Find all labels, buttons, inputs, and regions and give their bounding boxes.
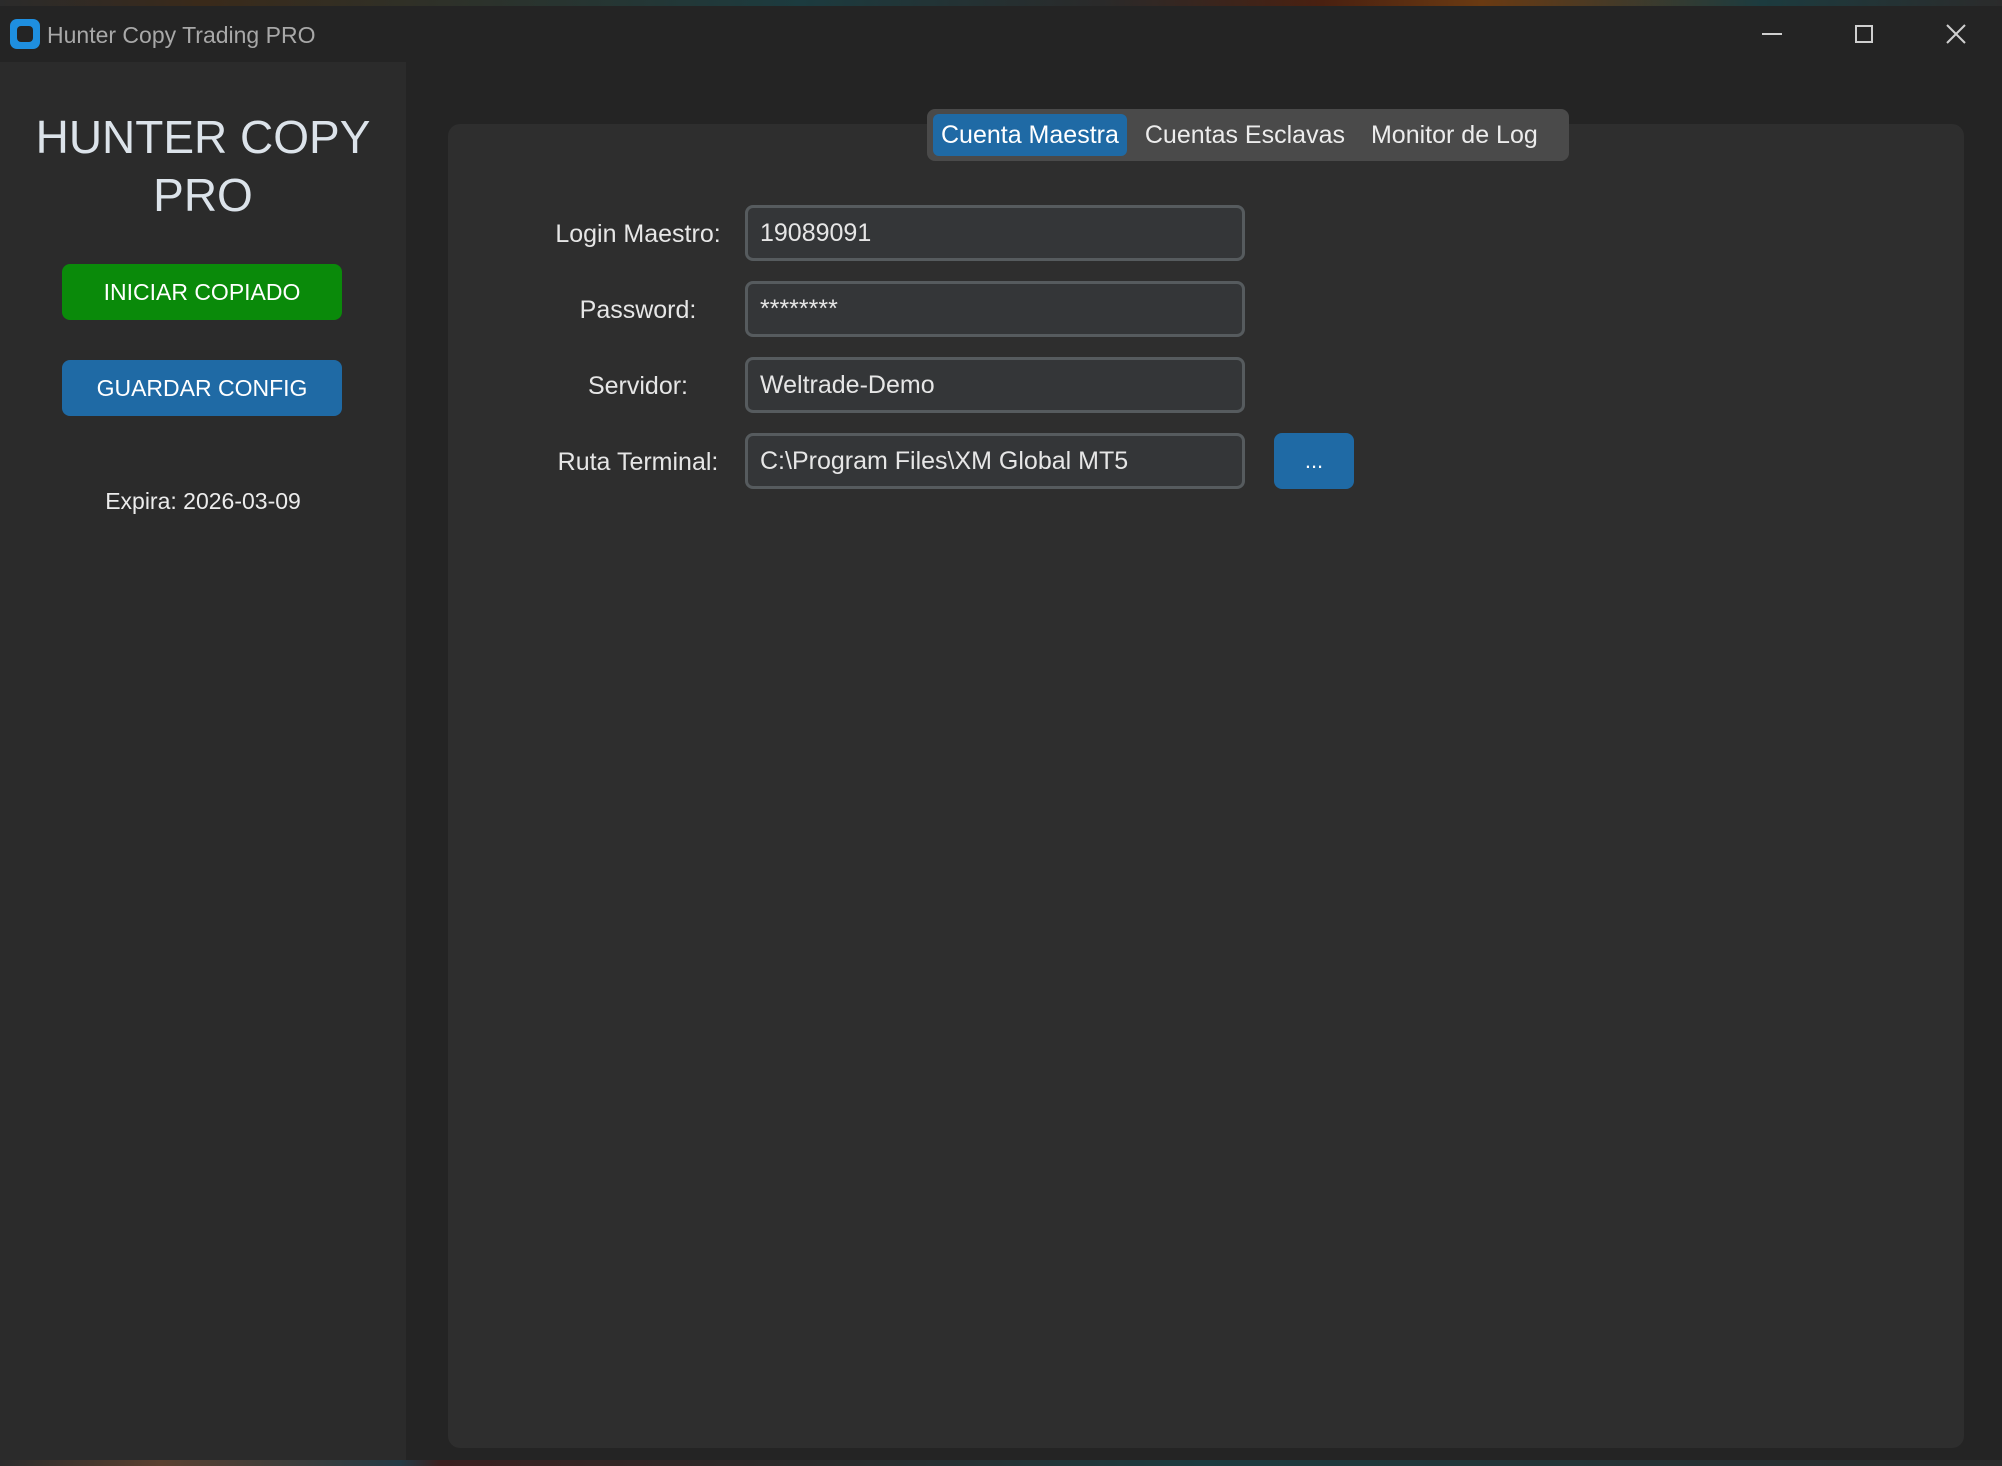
title-bar: Hunter Copy Trading PRO	[0, 6, 2002, 62]
window-title: Hunter Copy Trading PRO	[47, 22, 316, 48]
login-input[interactable]: 19089091	[745, 205, 1245, 261]
main-area: Cuenta Maestra Cuentas Esclavas Monitor …	[406, 62, 2002, 1460]
server-input[interactable]: Weltrade-Demo	[745, 357, 1245, 413]
expiry-date: Expira: 2026-03-09	[105, 488, 301, 514]
taskbar-strip	[0, 1460, 2002, 1466]
tab-cuenta-maestra[interactable]: Cuenta Maestra	[933, 114, 1127, 156]
minimize-icon	[1762, 33, 1782, 35]
tab-monitor-log[interactable]: Monitor de Log	[1363, 114, 1546, 156]
tab-cuentas-esclavas[interactable]: Cuentas Esclavas	[1137, 114, 1353, 156]
minimize-button[interactable]	[1726, 6, 1818, 62]
brand-title: HUNTER COPY PRO	[35, 111, 371, 221]
terminal-path-input[interactable]: C:\Program Files\XM Global MT5	[745, 433, 1245, 489]
terminal-path-label: Ruta Terminal:	[557, 448, 719, 476]
start-copy-button[interactable]: INICIAR COPIADO	[62, 264, 342, 320]
maximize-icon	[1855, 25, 1873, 43]
app-logo-icon	[10, 19, 40, 49]
password-label: Password:	[579, 296, 697, 324]
save-config-button[interactable]: GUARDAR CONFIG	[62, 360, 342, 416]
server-label: Servidor:	[587, 372, 689, 400]
close-icon	[1946, 24, 1966, 44]
browse-button[interactable]: ...	[1274, 433, 1354, 489]
tab-bar: Cuenta Maestra Cuentas Esclavas Monitor …	[927, 109, 1569, 161]
close-button[interactable]	[1910, 6, 2002, 62]
password-input[interactable]: ********	[745, 281, 1245, 337]
app-window: Hunter Copy Trading PRO HUNTER COPY PRO …	[0, 6, 2002, 1460]
tab-panel: Cuenta Maestra Cuentas Esclavas Monitor …	[448, 109, 1964, 1448]
maximize-button[interactable]	[1818, 6, 1910, 62]
sidebar: HUNTER COPY PRO INICIAR COPIADO GUARDAR …	[0, 62, 406, 1460]
login-label: Login Maestro:	[555, 220, 721, 248]
